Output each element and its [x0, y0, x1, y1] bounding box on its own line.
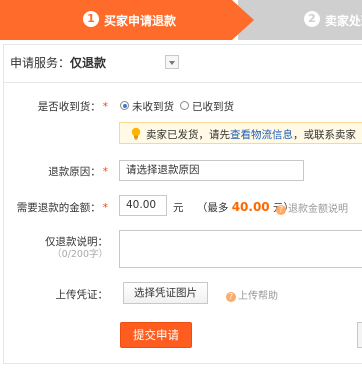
service-value: 仅退款	[70, 56, 107, 70]
divider	[3, 82, 362, 83]
select-image-button[interactable]: 选择凭证图片	[123, 282, 208, 304]
amount-label: 需要退款的金额： *	[16, 202, 108, 214]
chevron-down-icon	[169, 61, 175, 65]
required-mark: *	[102, 202, 108, 214]
received-label: 是否收到货： *	[37, 101, 108, 113]
question-icon: ?	[276, 205, 286, 215]
step-buyer-apply: 1 买家申请退款	[0, 0, 254, 40]
lightbulb-icon	[131, 127, 141, 140]
step-number: 2	[304, 11, 320, 27]
max-amount: 40.00	[231, 200, 270, 214]
radio-received-label[interactable]: 已收到货	[192, 99, 234, 114]
submit-button[interactable]: 提交申请	[120, 322, 192, 348]
step-label: 卖家处理	[325, 14, 362, 28]
step-number: 1	[83, 11, 99, 27]
service-label: 申请服务：	[10, 56, 71, 70]
radio-received[interactable]	[180, 101, 189, 110]
required-mark: *	[102, 166, 108, 178]
step-seller-process: 2 卖家处理	[238, 0, 362, 40]
refund-amount-input[interactable]: 40.00	[119, 195, 167, 216]
radio-not-received[interactable]	[120, 101, 129, 110]
step-label: 买家申请退款	[104, 14, 177, 28]
shipping-notice: 卖家已发货，请先查看物流信息，或联系卖家	[119, 122, 362, 144]
required-mark: *	[102, 101, 108, 113]
upload-help-link[interactable]: ? 上传帮助	[226, 287, 278, 302]
reason-select[interactable]: 请选择退款原因	[119, 160, 304, 181]
progress-steps: 2 卖家处理 1 买家申请退款	[0, 0, 362, 40]
upload-label: 上传凭证：	[55, 289, 109, 301]
service-dropdown-button[interactable]	[165, 55, 179, 69]
reason-label: 退款原因： *	[48, 166, 108, 178]
description-textarea[interactable]	[119, 230, 362, 268]
side-widget-edge[interactable]	[357, 322, 362, 348]
radio-not-received-label[interactable]: 未收到货	[132, 99, 174, 114]
service-type: 申请服务：仅退款	[10, 54, 106, 71]
notice-text: 卖家已发货，请先查看物流信息，或联系卖家	[146, 129, 356, 141]
question-icon: ?	[226, 292, 236, 302]
amount-help-link[interactable]: ? 退款金额说明	[276, 200, 348, 215]
char-counter: （0/200字）	[52, 249, 108, 260]
view-logistics-link[interactable]: 查看物流信息	[230, 129, 293, 141]
